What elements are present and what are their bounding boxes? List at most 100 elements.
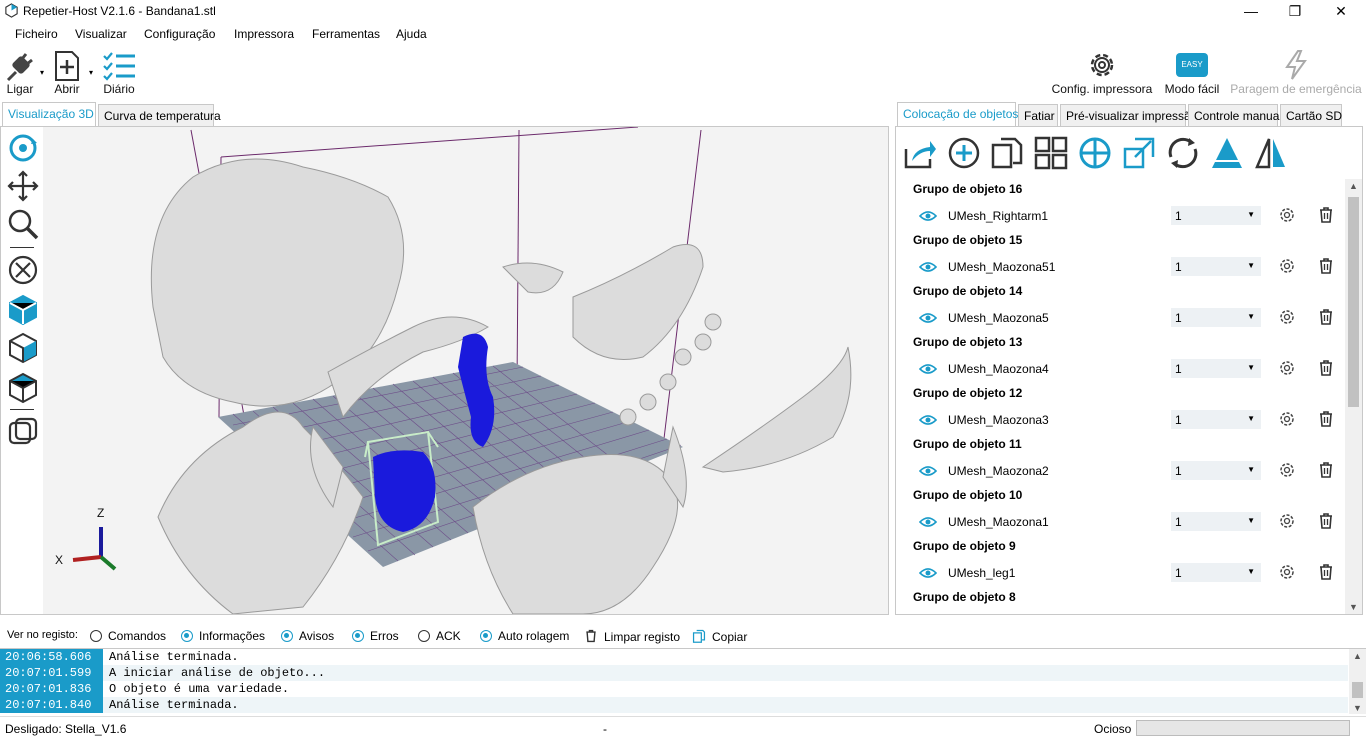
- radio-icon[interactable]: [480, 630, 492, 642]
- log-button[interactable]: Diário: [100, 48, 138, 98]
- tab-3d-view[interactable]: Visualização 3D: [2, 102, 96, 126]
- settings-icon[interactable]: [1278, 563, 1296, 581]
- printer-config-button[interactable]: Config. impressora: [1050, 48, 1154, 98]
- trash-icon[interactable]: [1317, 410, 1335, 428]
- clear-log-button[interactable]: Limpar registo: [584, 629, 680, 644]
- filter-errors[interactable]: Erros: [352, 629, 399, 643]
- copies-select[interactable]: 1 ▼: [1171, 308, 1261, 327]
- list-item[interactable]: UMesh_Maozona5 1 ▼: [896, 306, 1344, 330]
- export-icon[interactable]: [902, 135, 938, 171]
- list-item[interactable]: UMesh_Maozona3 1 ▼: [896, 408, 1344, 432]
- settings-icon[interactable]: [1278, 308, 1296, 326]
- scale-icon[interactable]: [1121, 135, 1157, 171]
- scroll-up-icon[interactable]: ▲: [1353, 651, 1362, 661]
- tab-print-preview[interactable]: Pré-visualizar impressão: [1060, 104, 1197, 126]
- maximize-button[interactable]: ❐: [1272, 0, 1318, 22]
- cut-icon[interactable]: [1209, 135, 1245, 171]
- emergency-stop-button[interactable]: Paragem de emergência: [1230, 48, 1362, 98]
- eye-icon[interactable]: [919, 414, 937, 426]
- trash-icon[interactable]: [1317, 257, 1335, 275]
- settings-icon[interactable]: [1278, 206, 1296, 224]
- list-item[interactable]: UMesh_Rightarm1 1 ▼: [896, 204, 1344, 228]
- toggle-view-icon[interactable]: [6, 415, 40, 449]
- autoposition-icon[interactable]: [1033, 135, 1069, 171]
- filter-ack[interactable]: ACK: [418, 629, 461, 643]
- trash-icon[interactable]: [1317, 206, 1335, 224]
- eye-icon[interactable]: [919, 363, 937, 375]
- tab-sd-card[interactable]: Cartão SD: [1280, 104, 1342, 126]
- menu-tools[interactable]: Ferramentas: [312, 27, 380, 41]
- trash-icon[interactable]: [1317, 308, 1335, 326]
- connect-button[interactable]: Ligar: [2, 48, 38, 98]
- filter-autoscroll[interactable]: Auto rolagem: [480, 629, 569, 643]
- rotate-view-icon[interactable]: [6, 131, 40, 165]
- radio-icon[interactable]: [90, 630, 102, 642]
- scrollbar-thumb[interactable]: [1352, 682, 1363, 698]
- eye-icon[interactable]: [919, 516, 937, 528]
- tab-manual-control[interactable]: Controle manual: [1188, 104, 1282, 126]
- copies-select[interactable]: 1 ▼: [1171, 206, 1261, 225]
- radio-icon[interactable]: [281, 630, 293, 642]
- trash-icon[interactable]: [1317, 512, 1335, 530]
- list-item[interactable]: UMesh_leg1 1 ▼: [896, 561, 1344, 585]
- tab-temperature-curve[interactable]: Curva de temperatura: [98, 104, 221, 126]
- copy-log-button[interactable]: Copiar: [692, 629, 747, 644]
- radio-icon[interactable]: [418, 630, 430, 642]
- copies-select[interactable]: 1 ▼: [1171, 410, 1261, 429]
- list-item[interactable]: UMesh_Maozona2 1 ▼: [896, 459, 1344, 483]
- copies-select[interactable]: 1 ▼: [1171, 257, 1261, 276]
- scroll-down-icon[interactable]: ▼: [1353, 703, 1362, 713]
- close-button[interactable]: ✕: [1318, 0, 1364, 22]
- log-scrollbar[interactable]: ▲ ▼: [1349, 649, 1366, 714]
- cube-top-icon[interactable]: [6, 371, 40, 405]
- list-item[interactable]: UMesh_Maozona51 1 ▼: [896, 255, 1344, 279]
- open-dropdown-icon[interactable]: ▾: [89, 68, 93, 77]
- settings-icon[interactable]: [1278, 410, 1296, 428]
- copies-select[interactable]: 1 ▼: [1171, 563, 1261, 582]
- settings-icon[interactable]: [1278, 512, 1296, 530]
- move-view-icon[interactable]: [6, 169, 40, 203]
- list-item[interactable]: UMesh_Maozona4 1 ▼: [896, 357, 1344, 381]
- add-object-icon[interactable]: [946, 135, 982, 171]
- copies-select[interactable]: 1 ▼: [1171, 461, 1261, 480]
- open-button[interactable]: Abrir: [50, 48, 84, 98]
- filter-warnings[interactable]: Avisos: [281, 629, 334, 643]
- mirror-icon[interactable]: [1253, 135, 1289, 171]
- center-object-icon[interactable]: [1077, 135, 1113, 171]
- scroll-up-icon[interactable]: ▲: [1349, 181, 1358, 191]
- trash-icon[interactable]: [1317, 461, 1335, 479]
- radio-icon[interactable]: [181, 630, 193, 642]
- copies-select[interactable]: 1 ▼: [1171, 512, 1261, 531]
- filter-info[interactable]: Informações: [181, 629, 265, 643]
- eye-icon[interactable]: [919, 312, 937, 324]
- radio-icon[interactable]: [352, 630, 364, 642]
- rotate-icon[interactable]: [1165, 135, 1201, 171]
- cube-front-icon[interactable]: [6, 293, 40, 327]
- tab-slice[interactable]: Fatiar: [1018, 104, 1058, 126]
- trash-icon[interactable]: [1317, 359, 1335, 377]
- settings-icon[interactable]: [1278, 359, 1296, 377]
- settings-icon[interactable]: [1278, 257, 1296, 275]
- eye-icon[interactable]: [919, 210, 937, 222]
- copy-object-icon[interactable]: [989, 135, 1025, 171]
- eye-icon[interactable]: [919, 465, 937, 477]
- menu-help[interactable]: Ajuda: [396, 27, 427, 41]
- object-list-scrollbar[interactable]: ▲ ▼: [1345, 179, 1362, 614]
- easy-mode-button[interactable]: EASY Modo fácil: [1160, 48, 1224, 98]
- eye-icon[interactable]: [919, 567, 937, 579]
- log-output[interactable]: 20:06:58.606 Análise terminada. 20:07:01.…: [0, 648, 1366, 714]
- list-item[interactable]: UMesh_Maozona1 1 ▼: [896, 510, 1344, 534]
- trash-icon[interactable]: [1317, 563, 1335, 581]
- 3d-viewport[interactable]: Z X: [0, 126, 889, 615]
- connect-dropdown-icon[interactable]: ▾: [40, 68, 44, 77]
- tab-object-placement[interactable]: Colocação de objetos: [897, 102, 1018, 126]
- copies-select[interactable]: 1 ▼: [1171, 359, 1261, 378]
- fit-view-icon[interactable]: [6, 253, 40, 287]
- filter-commands[interactable]: Comandos: [90, 629, 166, 643]
- minimize-button[interactable]: —: [1228, 0, 1274, 22]
- eye-icon[interactable]: [919, 261, 937, 273]
- zoom-icon[interactable]: [6, 207, 40, 241]
- menu-printer[interactable]: Impressora: [234, 27, 294, 41]
- menu-file[interactable]: Ficheiro: [15, 27, 58, 41]
- settings-icon[interactable]: [1278, 461, 1296, 479]
